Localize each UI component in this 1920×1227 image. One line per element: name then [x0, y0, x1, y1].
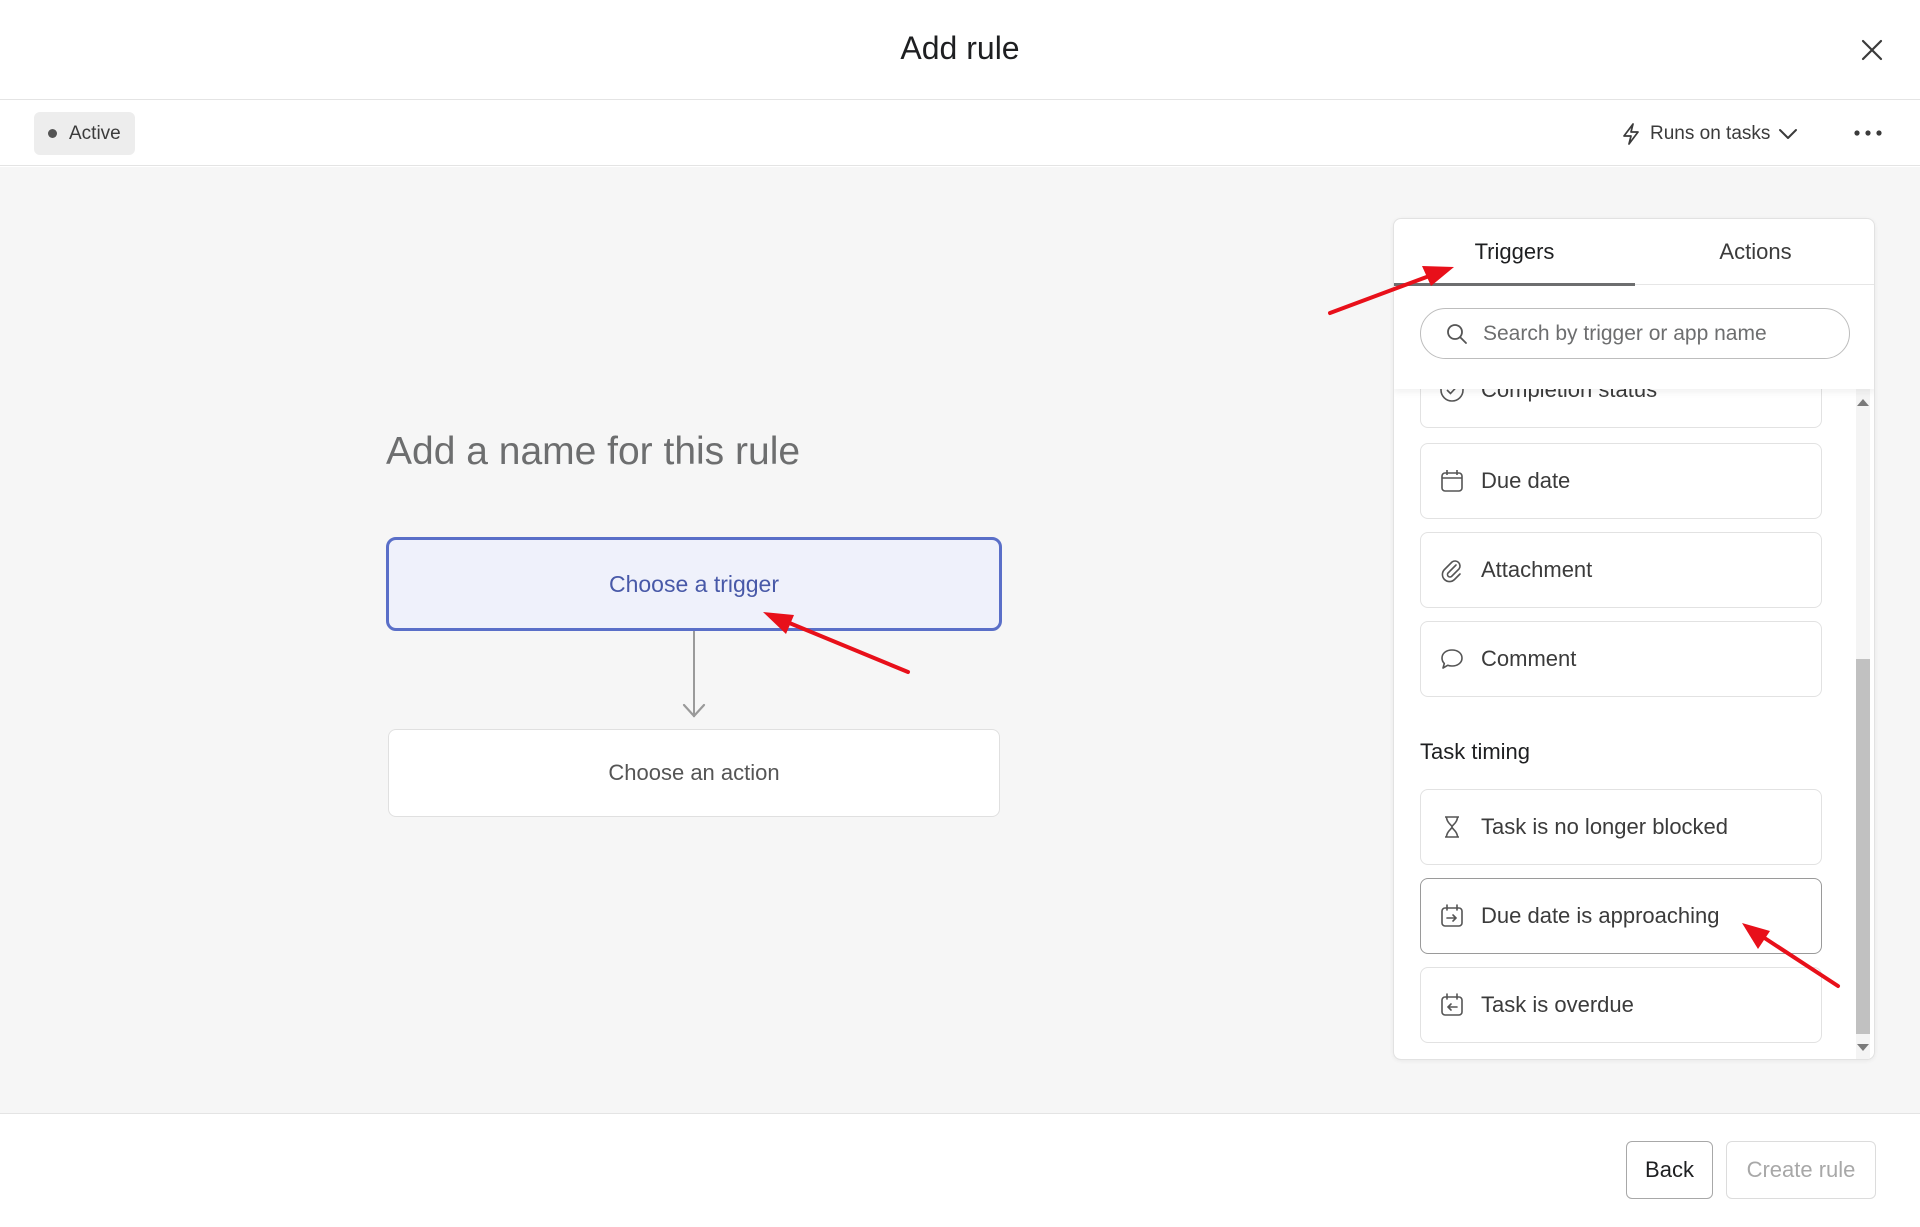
calendar-icon	[1439, 468, 1465, 494]
back-button[interactable]: Back	[1626, 1141, 1713, 1199]
trigger-item-label: Due date	[1481, 468, 1571, 493]
trigger-item-label: Completion status	[1481, 389, 1658, 402]
dialog-footer: Back Create rule	[0, 1113, 1920, 1227]
trigger-item-label: Task is overdue	[1481, 992, 1634, 1017]
tab-triggers[interactable]: Triggers	[1394, 219, 1635, 286]
trigger-item-label: Task is no longer blocked	[1481, 814, 1729, 839]
rule-name-input[interactable]: Add a name for this rule	[386, 430, 800, 474]
trigger-item-label: Due date is approaching	[1481, 903, 1720, 928]
paperclip-icon	[1439, 557, 1465, 583]
choose-action-box[interactable]: Choose an action	[388, 729, 1000, 817]
trigger-item-due-date-approaching[interactable]: Due date is approaching	[1420, 878, 1822, 954]
section-title-task-timing: Task timing	[1420, 739, 1531, 764]
trigger-item-comment[interactable]: Comment	[1420, 621, 1822, 697]
status-dot-icon	[48, 129, 57, 138]
speech-bubble-icon	[1439, 646, 1465, 672]
trigger-item-due-date[interactable]: Due date	[1420, 443, 1822, 519]
ellipsis-icon	[1854, 130, 1882, 136]
check-circle-icon	[1439, 389, 1465, 403]
search-icon	[1447, 323, 1467, 344]
panel-tabs: Triggers Actions	[1394, 219, 1874, 286]
hourglass-icon	[1439, 814, 1465, 840]
trigger-item-label: Attachment	[1481, 557, 1593, 582]
trigger-search-box[interactable]	[1420, 308, 1850, 359]
choose-trigger-box[interactable]: Choose a trigger	[386, 537, 1002, 631]
chevron-down-icon	[1779, 129, 1798, 139]
trigger-picker-panel: Completion status Due date Attachment Co…	[1393, 218, 1875, 1060]
calendar-arrow-in-icon	[1439, 903, 1465, 929]
lightning-icon	[1623, 123, 1639, 145]
create-rule-button[interactable]: Create rule	[1726, 1141, 1876, 1199]
trigger-item-task-overdue[interactable]: Task is overdue	[1420, 967, 1822, 1043]
runs-on-dropdown[interactable]: Runs on tasks	[1620, 118, 1798, 150]
status-badge[interactable]: Active	[34, 112, 135, 155]
scroll-down-arrow-icon[interactable]	[1857, 1044, 1869, 1051]
connector-arrowhead-icon	[682, 703, 706, 718]
status-label: Active	[69, 122, 121, 144]
rule-toolbar: Active Runs on tasks	[0, 100, 1920, 166]
trigger-item-label: Comment	[1481, 646, 1577, 671]
close-button[interactable]	[1852, 30, 1892, 70]
runs-on-label: Runs on tasks	[1650, 123, 1771, 144]
dialog-header: Add rule	[0, 0, 1920, 100]
tab-actions[interactable]: Actions	[1635, 219, 1874, 285]
trigger-search-input[interactable]	[1483, 321, 1823, 346]
add-rule-dialog: Add rule Active Runs on tasks Add a name…	[0, 0, 1920, 1227]
rule-canvas: Add a name for this rule Choose a trigge…	[0, 167, 1920, 1113]
calendar-arrow-back-icon	[1439, 992, 1465, 1018]
trigger-item-completion-status[interactable]: Completion status	[1420, 389, 1822, 428]
trigger-list[interactable]: Completion status Due date Attachment Co…	[1394, 389, 1874, 1059]
trigger-item-attachment[interactable]: Attachment	[1420, 532, 1822, 608]
scrollbar-thumb[interactable]	[1856, 659, 1870, 1034]
close-icon	[1861, 39, 1883, 61]
trigger-item-no-longer-blocked[interactable]: Task is no longer blocked	[1420, 789, 1822, 865]
more-options-button[interactable]	[1848, 116, 1888, 150]
trigger-list-scrollbar[interactable]	[1852, 389, 1874, 1059]
scroll-up-arrow-icon[interactable]	[1857, 399, 1869, 406]
dialog-title: Add rule	[900, 30, 1020, 66]
